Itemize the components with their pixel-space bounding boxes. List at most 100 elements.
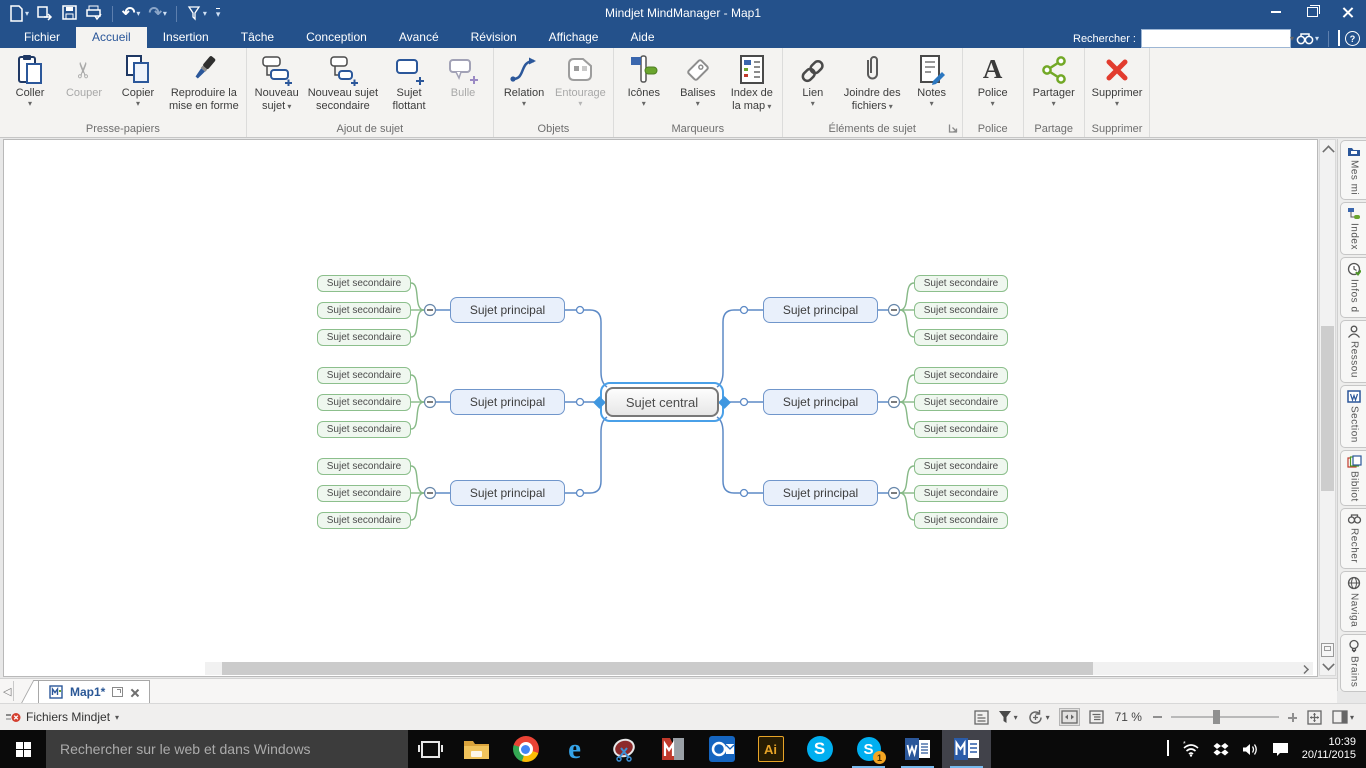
secondary-topic[interactable]: Sujet secondaire bbox=[317, 458, 411, 475]
taskbar-search[interactable]: Rechercher sur le web et dans Windows bbox=[46, 730, 408, 768]
taskbar-chrome[interactable] bbox=[501, 730, 550, 768]
tab-aide[interactable]: Aide bbox=[614, 27, 670, 48]
zoom-slider[interactable] bbox=[1171, 716, 1279, 718]
taskbar-illustrator[interactable]: Ai bbox=[746, 730, 795, 768]
secondary-topic[interactable]: Sujet secondaire bbox=[914, 329, 1008, 346]
zoom-slider-handle[interactable] bbox=[1213, 710, 1220, 724]
attach-files-button[interactable]: Joindre des fichiers ▾ bbox=[840, 51, 905, 114]
secondary-topic[interactable]: Sujet secondaire bbox=[317, 421, 411, 438]
sidebar-tab-browser[interactable]: Naviga bbox=[1340, 571, 1366, 632]
share-button[interactable]: Partager ▾ bbox=[1027, 51, 1081, 108]
icons-button[interactable]: Icônes ▾ bbox=[617, 51, 671, 108]
vertical-scroll-thumb[interactable] bbox=[1321, 326, 1334, 491]
taskbar-word[interactable] bbox=[893, 730, 942, 768]
sidebar-tab-search[interactable]: Recher bbox=[1340, 508, 1366, 568]
tab-revision[interactable]: Révision bbox=[455, 27, 533, 48]
taskbar-mindmanager-viewer[interactable] bbox=[648, 730, 697, 768]
taskbar-clock[interactable]: 10:39 20/11/2015 bbox=[1302, 736, 1356, 762]
tab-conception[interactable]: Conception bbox=[290, 27, 383, 48]
secondary-topic[interactable]: Sujet secondaire bbox=[914, 275, 1008, 292]
new-subtopic-button[interactable]: Nouveau sujet secondaire bbox=[304, 51, 382, 114]
tab-fichier[interactable]: Fichier bbox=[8, 27, 76, 48]
sidebar-tab-index[interactable]: Index bbox=[1340, 202, 1366, 255]
main-topic[interactable]: Sujet principal bbox=[763, 297, 878, 323]
main-topic[interactable]: Sujet principal bbox=[763, 480, 878, 506]
main-topic[interactable]: Sujet principal bbox=[450, 480, 565, 506]
central-topic[interactable]: Sujet central bbox=[600, 382, 724, 422]
taskbar-edge[interactable]: e bbox=[550, 730, 599, 768]
secondary-topic[interactable]: Sujet secondaire bbox=[317, 512, 411, 529]
tab-avance[interactable]: Avancé bbox=[383, 27, 455, 48]
scroll-right-icon[interactable] bbox=[1300, 665, 1309, 674]
sidebar-tab-task-info[interactable]: Infos d bbox=[1340, 257, 1366, 318]
panel-layout-button[interactable]: ▾ bbox=[1332, 710, 1354, 724]
paste-button[interactable]: Coller ▾ bbox=[3, 51, 57, 108]
scroll-up-icon[interactable] bbox=[1322, 145, 1334, 157]
horizontal-scrollbar[interactable] bbox=[205, 662, 1313, 675]
secondary-topic[interactable]: Sujet secondaire bbox=[914, 458, 1008, 475]
tags-button[interactable]: Balises ▾ bbox=[671, 51, 725, 108]
task-view-button[interactable] bbox=[408, 730, 452, 768]
collapse-ribbon-button[interactable] bbox=[1338, 32, 1340, 46]
font-button[interactable]: A Police ▾ bbox=[966, 51, 1020, 108]
refresh-button[interactable]: ▾ bbox=[1027, 709, 1050, 726]
restore-button[interactable] bbox=[1294, 0, 1330, 24]
callout-button[interactable]: Bulle bbox=[436, 51, 490, 101]
taskbar-snipping-tool[interactable] bbox=[599, 730, 648, 768]
balance-map-button[interactable] bbox=[1059, 708, 1080, 726]
start-button[interactable] bbox=[0, 730, 46, 768]
scroll-down-icon[interactable] bbox=[1322, 658, 1334, 670]
main-topic[interactable]: Sujet principal bbox=[450, 297, 565, 323]
speaker-icon[interactable] bbox=[1242, 742, 1259, 757]
taskbar-outlook[interactable] bbox=[697, 730, 746, 768]
tab-insertion[interactable]: Insertion bbox=[147, 27, 225, 48]
zoom-in-button[interactable] bbox=[1288, 713, 1297, 722]
relation-button[interactable]: Relation ▾ bbox=[497, 51, 551, 108]
notes-button[interactable]: Notes ▾ bbox=[905, 51, 959, 108]
taskbar-mindmanager-active[interactable] bbox=[942, 730, 991, 768]
sidebar-tab-sections[interactable]: Section bbox=[1340, 385, 1366, 448]
wifi-icon[interactable]: * bbox=[1182, 741, 1200, 757]
secondary-topic[interactable]: Sujet secondaire bbox=[914, 512, 1008, 529]
outline-view-button[interactable] bbox=[1089, 710, 1104, 724]
tab-accueil[interactable]: Accueil bbox=[76, 27, 147, 48]
minimize-button[interactable] bbox=[1258, 0, 1294, 24]
horizontal-scroll-thumb[interactable] bbox=[222, 662, 1093, 675]
action-center-icon[interactable] bbox=[1272, 742, 1289, 757]
fit-map-button[interactable] bbox=[1306, 709, 1323, 726]
boundary-button[interactable]: Entourage ▾ bbox=[551, 51, 610, 108]
main-topic[interactable]: Sujet principal bbox=[450, 389, 565, 415]
taskbar-skype-business[interactable]: S 1 bbox=[844, 730, 893, 768]
taskbar-file-explorer[interactable] bbox=[452, 730, 501, 768]
sidebar-tab-brainstorm[interactable]: Brains bbox=[1340, 634, 1366, 692]
tab-nav-left-icon[interactable]: ◁ bbox=[3, 685, 11, 698]
tab-tache[interactable]: Tâche bbox=[225, 27, 290, 48]
floating-topic-button[interactable]: Sujet flottant bbox=[382, 51, 436, 114]
secondary-topic[interactable]: Sujet secondaire bbox=[914, 367, 1008, 384]
secondary-topic[interactable]: Sujet secondaire bbox=[317, 367, 411, 384]
link-button[interactable]: Lien ▾ bbox=[786, 51, 840, 108]
secondary-topic[interactable]: Sujet secondaire bbox=[317, 329, 411, 346]
sidebar-tab-resources[interactable]: Ressou bbox=[1340, 320, 1366, 383]
vertical-scrollbar[interactable] bbox=[1319, 139, 1336, 676]
secondary-topic[interactable]: Sujet secondaire bbox=[914, 421, 1008, 438]
map-index-button[interactable]: Index de la map ▾ bbox=[725, 51, 779, 114]
delete-button[interactable]: Supprimer ▾ bbox=[1088, 51, 1147, 108]
secondary-topic[interactable]: Sujet secondaire bbox=[317, 394, 411, 411]
secondary-topic[interactable]: Sujet secondaire bbox=[317, 485, 411, 502]
dropbox-icon[interactable] bbox=[1213, 742, 1229, 757]
close-button[interactable] bbox=[1330, 0, 1366, 24]
search-input[interactable] bbox=[1142, 30, 1290, 45]
sidebar-tab-library[interactable]: Bibliot bbox=[1340, 450, 1366, 507]
help-button[interactable]: ? bbox=[1345, 31, 1360, 46]
split-view-button[interactable] bbox=[1321, 643, 1334, 657]
tab-affichage[interactable]: Affichage bbox=[533, 27, 615, 48]
close-tab-icon[interactable] bbox=[130, 688, 139, 697]
secondary-topic[interactable]: Sujet secondaire bbox=[317, 302, 411, 319]
tray-expand-button[interactable] bbox=[1167, 742, 1169, 756]
sidebar-tab-my-maps[interactable]: Mes mi bbox=[1340, 140, 1366, 200]
secondary-topic[interactable]: Sujet secondaire bbox=[914, 394, 1008, 411]
taskbar-skype[interactable]: S bbox=[795, 730, 844, 768]
secondary-topic[interactable]: Sujet secondaire bbox=[914, 302, 1008, 319]
show-notes-button[interactable] bbox=[974, 710, 989, 725]
